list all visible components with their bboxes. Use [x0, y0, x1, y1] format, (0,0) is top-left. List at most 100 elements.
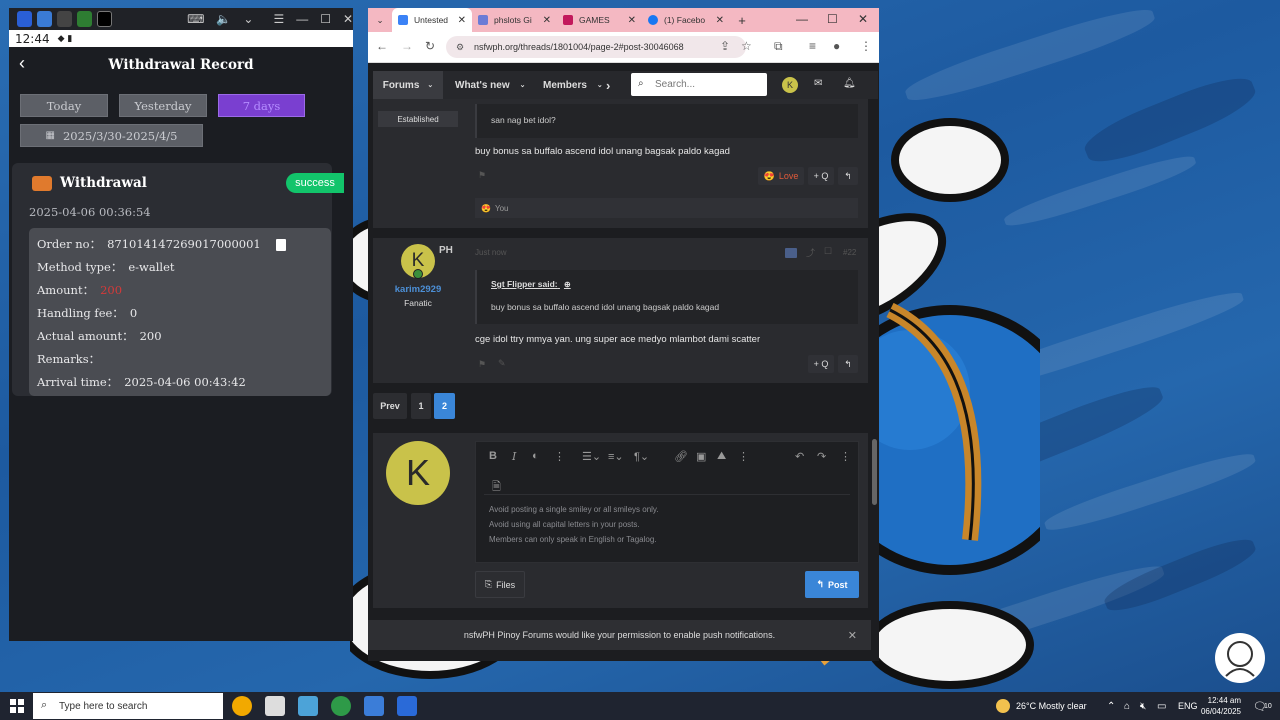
bold-icon[interactable]: B [489, 450, 497, 462]
show-hidden-icons-icon[interactable]: ⌃ [1107, 692, 1115, 720]
quote-author-link[interactable]: Sgt Flipper said: ⊕ [491, 279, 571, 289]
minimize-icon[interactable]: — [796, 12, 808, 26]
multi-quote-button[interactable]: + Q [808, 167, 834, 185]
post-number-link[interactable]: #22 [843, 248, 856, 257]
username-link[interactable]: karim2929 [373, 284, 463, 295]
filter-today-button[interactable]: Today [20, 94, 108, 117]
app-tab-icon[interactable] [96, 11, 113, 27]
reactions-bar[interactable]: 😍 You [475, 198, 858, 218]
align-icon[interactable]: ≡⌄ [608, 450, 624, 463]
new-tab-button[interactable]: + [730, 8, 754, 32]
pagination-prev-button[interactable]: Prev [373, 393, 407, 419]
taskbar-app-icon[interactable] [298, 696, 318, 716]
post-reply-button[interactable]: ↰ Post [805, 571, 859, 598]
paragraph-icon[interactable]: ¶⌄ [634, 450, 649, 463]
profile-avatar-icon[interactable]: ● [833, 39, 840, 53]
attach-files-button[interactable]: ⎘ Files [475, 571, 525, 598]
flag-icon[interactable]: ⚑ [478, 170, 486, 181]
reload-icon[interactable]: ↻ [425, 39, 435, 53]
redo-icon[interactable]: ↷ [817, 450, 826, 463]
menu-icon[interactable]: ☰ [273, 12, 284, 26]
more-icon[interactable]: ⋮ [738, 450, 749, 463]
language-indicator[interactable]: ENG [1178, 692, 1198, 720]
back-arrow-icon[interactable]: ‹ [19, 53, 25, 74]
install-icon[interactable]: ⇪ [720, 39, 730, 53]
nav-members[interactable]: Members ⌄ [543, 71, 603, 99]
reply-icon[interactable]: ↰ [838, 355, 858, 373]
minimize-icon[interactable]: — [296, 12, 308, 26]
copy-link-icon[interactable]: ☐ [824, 246, 832, 257]
nav-whats-new[interactable]: What's new ⌄ [455, 71, 525, 99]
app-tab-icon[interactable] [36, 11, 52, 27]
clock[interactable]: 12:44 am 06/04/2025 [1200, 692, 1241, 720]
tab-games[interactable]: GAMES ✕ [557, 8, 642, 32]
extensions-icon[interactable]: ⧉ [774, 39, 783, 54]
battery-icon[interactable]: ▭ [1157, 692, 1166, 720]
nav-scroll-right-icon[interactable]: › [606, 71, 610, 99]
flag-icon[interactable]: ⚑ [478, 359, 486, 370]
avatar[interactable]: K [386, 441, 450, 505]
bookmark-icon[interactable] [785, 248, 797, 258]
inbox-icon[interactable]: ✉ [814, 78, 822, 89]
close-tab-icon[interactable]: ✕ [543, 15, 551, 26]
media-icon[interactable]: ⛰ [717, 450, 726, 463]
close-icon[interactable]: ✕ [848, 629, 857, 642]
page-scrollbar[interactable] [871, 99, 878, 652]
palette-icon[interactable]: ◐ [532, 450, 539, 462]
bell-icon[interactable]: 🔔︎ [843, 78, 856, 89]
more-icon[interactable]: ⋮ [554, 450, 565, 463]
mute-icon[interactable]: 🔇︎ [1140, 692, 1146, 720]
bookmark-star-icon[interactable]: ☆ [741, 39, 752, 53]
maximize-icon[interactable]: ☐ [827, 12, 838, 26]
close-tab-icon[interactable]: ✕ [628, 15, 636, 26]
close-icon[interactable]: ✕ [343, 12, 353, 26]
keyboard-icon[interactable]: ⌨ [187, 12, 204, 26]
network-icon[interactable]: ⌂ [1124, 692, 1130, 720]
url-field[interactable]: ⚙ nsfwph.org/threads/1801004/page-2#post… [446, 36, 746, 58]
weather-widget[interactable]: 26°C Mostly clear [996, 692, 1087, 720]
chevron-down-icon[interactable]: ⌄ [243, 12, 253, 26]
user-avatar[interactable]: K [782, 77, 798, 93]
filter-yesterday-button[interactable]: Yesterday [119, 94, 207, 117]
chrome-taskbar-icon[interactable] [331, 696, 351, 716]
app-tab-icon[interactable] [76, 11, 92, 27]
list-icon[interactable]: ☰⌄ [582, 450, 601, 463]
link-icon[interactable]: 🔗︎ [674, 450, 688, 463]
taskbar-search-input[interactable]: ⌕ Type here to search [33, 693, 223, 719]
forward-arrow-icon[interactable]: → [401, 39, 413, 53]
reply-editor[interactable]: B I ◐ ⋮ ☰⌄ ≡⌄ ¶⌄ 🔗︎ ▣ ⛰ ⋮ ↶ ↷ ⋮ 🗎 Avoid … [475, 441, 859, 563]
italic-icon[interactable]: I [512, 450, 516, 463]
multi-quote-button[interactable]: + Q [808, 355, 834, 373]
search-input[interactable]: ⌕ Search... [631, 73, 767, 96]
close-icon[interactable]: ✕ [858, 12, 868, 26]
avatar-widget-icon[interactable] [1214, 632, 1266, 684]
notification-center-icon[interactable]: 🗨︎ 10 [1253, 692, 1272, 720]
media-icon[interactable]: ≡ [809, 39, 816, 53]
copy-icon[interactable] [276, 239, 287, 251]
tab-untested[interactable]: Untested ✕ [392, 8, 472, 32]
kebab-menu-icon[interactable]: ⋮ [860, 39, 872, 53]
app-tab-icon[interactable] [17, 11, 32, 27]
tab-list-button[interactable]: ⌄ [368, 8, 392, 32]
taskbar-app-icon[interactable] [397, 696, 417, 716]
pagination-page-2[interactable]: 2 [434, 393, 455, 419]
tab-phslots[interactable]: phslots Gi ✕ [472, 8, 557, 32]
pagination-page-1[interactable]: 1 [411, 393, 431, 419]
taskbar-app-icon[interactable] [265, 696, 285, 716]
maximize-icon[interactable]: ☐ [320, 12, 331, 26]
filter-7days-button[interactable]: 7 days [218, 94, 305, 117]
scrollbar-thumb[interactable] [872, 439, 877, 505]
close-tab-icon[interactable]: ✕ [458, 15, 466, 26]
undo-icon[interactable]: ↶ [795, 450, 804, 463]
start-button[interactable] [10, 699, 24, 713]
nav-forums[interactable]: Forums ⌄ [373, 71, 443, 99]
image-icon[interactable]: ▣ [696, 450, 706, 463]
back-arrow-icon[interactable]: ← [376, 39, 388, 53]
love-reaction-button[interactable]: 😍 Love [758, 167, 804, 185]
taskbar-app-icon[interactable] [364, 696, 384, 716]
tab-facebook[interactable]: (1) Facebo ✕ [642, 8, 730, 32]
taskbar-app-icon[interactable] [232, 696, 252, 716]
close-tab-icon[interactable]: ✕ [716, 15, 724, 26]
reply-icon[interactable]: ↰ [838, 167, 858, 185]
volume-icon[interactable]: 🔈 [216, 12, 231, 26]
